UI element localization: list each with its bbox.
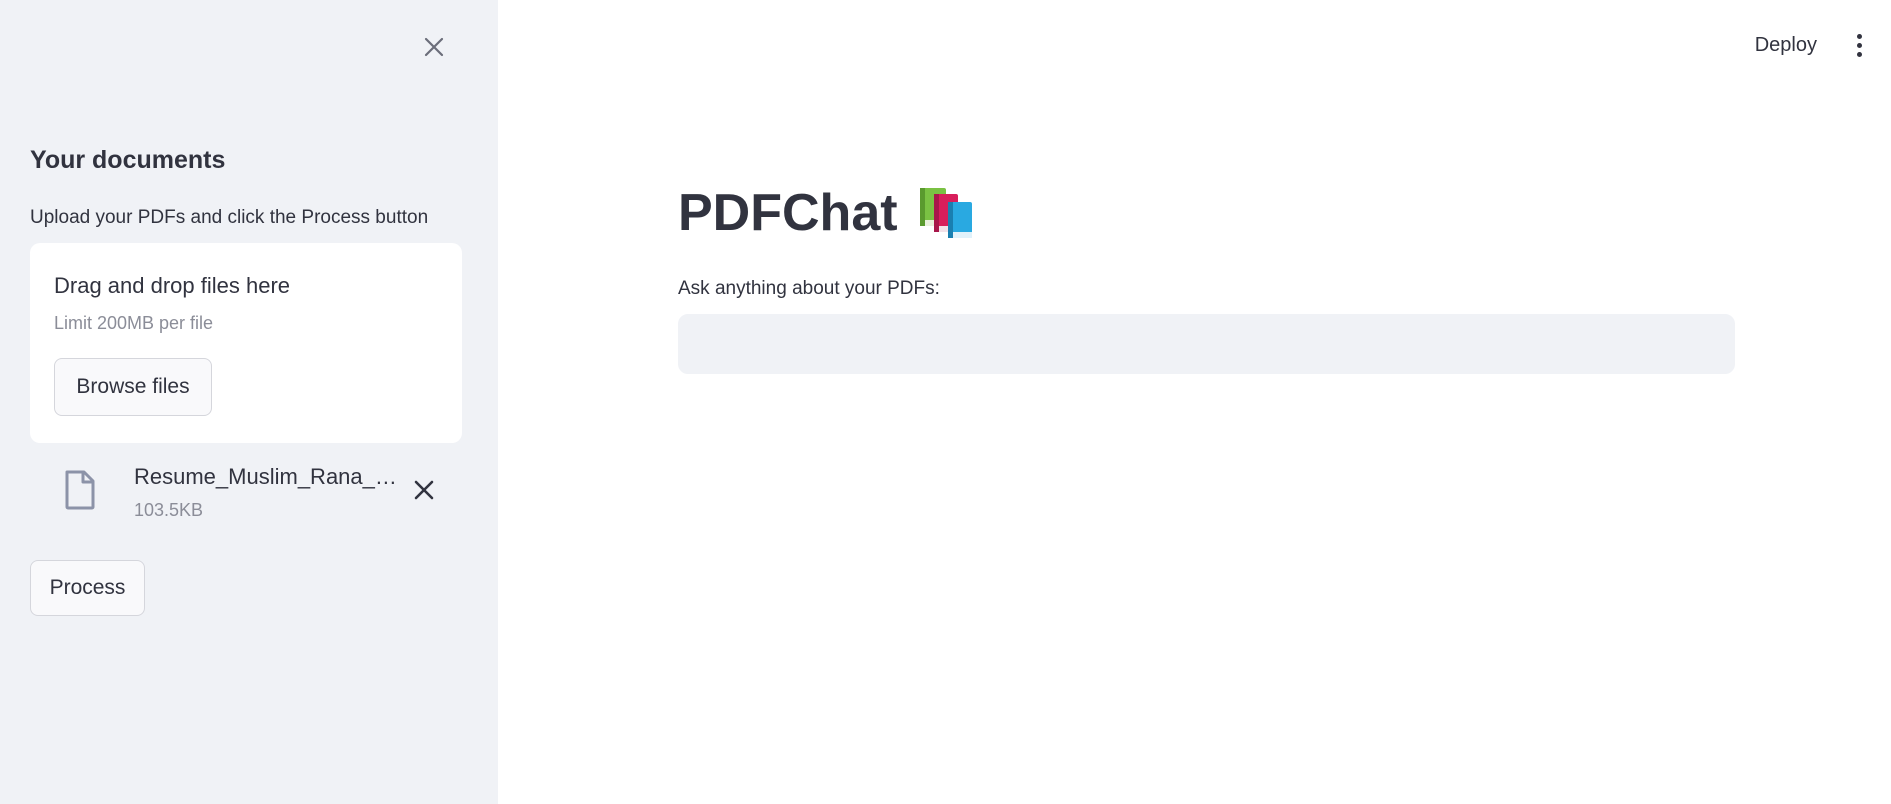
sidebar-close-button[interactable] [419,32,449,62]
file-name: Resume_Muslim_Rana_… [134,464,397,489]
kebab-dot [1856,33,1862,39]
sidebar-title: Your documents [30,146,226,174]
close-icon [414,480,434,500]
file-size: 103.5KB [134,500,204,520]
kebab-dot [1856,42,1862,48]
remove-file-button[interactable] [410,476,438,504]
sidebar: Your documents Upload your PDFs and clic… [0,0,498,804]
page-title: PDFChat [678,184,898,242]
app-root: Your documents Upload your PDFs and clic… [0,0,1891,804]
kebab-dot [1856,51,1862,57]
close-icon [424,37,444,57]
main-content: Deploy PDFChat Ask anything about your P… [498,0,1891,804]
file-icon [65,470,95,510]
process-button[interactable]: Process [30,560,145,616]
dropzone-limit: Limit 200MB per file [54,313,214,333]
browse-files-button[interactable]: Browse files [54,358,212,416]
dropzone-title: Drag and drop files here [54,273,291,298]
more-vertical-icon[interactable] [1849,30,1869,60]
file-dropzone[interactable]: Drag and drop files here Limit 200MB per… [30,243,462,443]
uploaded-file-item: Resume_Muslim_Rana_… 103.5KB [60,458,450,528]
deploy-button[interactable]: Deploy [1747,30,1825,61]
page-title-container: PDFChat [678,183,976,243]
question-input[interactable] [678,314,1735,374]
upload-caption: Upload your PDFs and click the Process b… [30,207,429,228]
books-icon [919,188,972,238]
question-label: Ask anything about your PDFs: [678,278,940,299]
